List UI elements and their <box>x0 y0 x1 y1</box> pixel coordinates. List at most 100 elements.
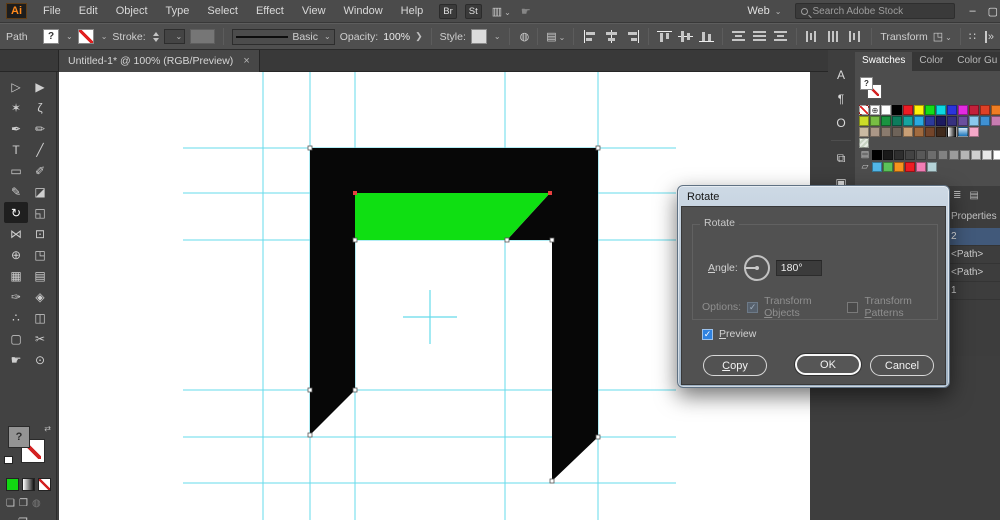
layer-row[interactable]: <Path> <box>945 264 1000 282</box>
swatch-color[interactable] <box>892 127 902 137</box>
opacity-value[interactable]: 100% <box>383 31 410 43</box>
swatch-color[interactable] <box>936 127 946 137</box>
swatch-color[interactable] <box>960 149 970 160</box>
swatch-color[interactable] <box>894 161 904 172</box>
workspace-switcher[interactable]: Web ⌄ <box>747 5 781 17</box>
swatch-color[interactable] <box>892 116 902 126</box>
swatch-color[interactable] <box>905 161 915 172</box>
zoom-tool[interactable]: ⊙ <box>28 349 52 370</box>
none-button[interactable] <box>38 478 51 491</box>
selection-tool[interactable]: ▶ <box>28 76 52 97</box>
draw-behind-mode-icon[interactable]: ❐ <box>19 498 28 509</box>
color-fill-button[interactable] <box>6 478 19 491</box>
brush-definition-combo[interactable]: Basic ⌄ <box>232 28 335 45</box>
swatch-color[interactable] <box>980 105 990 115</box>
anchor-point[interactable] <box>549 478 555 484</box>
opacity-expand-icon[interactable]: ❯ <box>415 31 423 42</box>
swatch-gradient[interactable] <box>947 127 957 137</box>
magic-wand-tool[interactable]: ✶ <box>4 97 28 118</box>
pencil-tool[interactable]: ✎ <box>4 181 28 202</box>
line-segment-tool[interactable]: ╱ <box>28 139 52 160</box>
swatch-color[interactable] <box>958 105 968 115</box>
dist-h-center-icon[interactable] <box>826 30 841 43</box>
swatch-pattern[interactable] <box>859 138 869 148</box>
document-setup-icon[interactable]: ▤ ⌄ <box>546 30 565 43</box>
swatch-color[interactable] <box>916 149 926 160</box>
perspective-grid-tool[interactable]: ◳ <box>28 244 52 265</box>
fill-proxy[interactable]: ? <box>8 426 30 448</box>
swatch-color[interactable] <box>905 149 915 160</box>
swatch-color[interactable] <box>949 149 959 160</box>
symbol-sprayer-tool[interactable]: ∴ <box>4 307 28 328</box>
eraser-tool[interactable]: ◪ <box>28 181 52 202</box>
bridge-button[interactable]: Br <box>439 3 457 19</box>
angle-input[interactable] <box>775 260 822 276</box>
swatch-color[interactable] <box>881 105 891 115</box>
swatch-color[interactable] <box>914 127 924 137</box>
swatch-color[interactable] <box>947 116 957 126</box>
dist-v-center-icon[interactable] <box>752 30 767 43</box>
swatch-color[interactable] <box>938 149 948 160</box>
rotate-tool[interactable]: ↻ <box>4 202 28 223</box>
swatch-color[interactable] <box>969 105 979 115</box>
swatch-none[interactable] <box>859 105 869 115</box>
shape-builder-tool[interactable]: ⊕ <box>4 244 28 265</box>
swatch-color[interactable] <box>872 149 882 160</box>
menu-type[interactable]: Type <box>158 3 198 19</box>
layer-row[interactable]: 2 <box>945 228 1000 246</box>
slice-tool[interactable]: ✂ <box>28 328 52 349</box>
swatch-color[interactable] <box>971 149 981 160</box>
mesh-tool[interactable]: ▦ <box>4 265 28 286</box>
menu-file[interactable]: File <box>35 3 69 19</box>
swatch-color[interactable] <box>903 105 913 115</box>
layer-row[interactable]: 1 <box>945 282 1000 300</box>
document-tab[interactable]: Untitled-1* @ 100% (RGB/Preview) × <box>58 50 260 72</box>
align-left-icon[interactable] <box>583 30 598 43</box>
swatch-color[interactable] <box>993 149 1000 160</box>
shape-black-path[interactable] <box>310 148 598 193</box>
recolor-artwork-icon[interactable]: ◍ <box>520 30 530 43</box>
dist-bottom-icon[interactable] <box>773 30 788 43</box>
anchor-point-selected[interactable] <box>353 191 357 195</box>
swatch-color[interactable] <box>903 116 913 126</box>
draw-normal-mode-icon[interactable]: ❏ <box>6 498 15 509</box>
align-top-icon[interactable] <box>657 30 673 43</box>
anchor-point[interactable] <box>307 145 313 151</box>
swatch-registration[interactable]: ⊕ <box>870 105 880 115</box>
swatch-color[interactable] <box>883 149 893 160</box>
swatch-color[interactable] <box>969 116 979 126</box>
anchor-point[interactable] <box>352 387 358 393</box>
preview-checkbox[interactable]: ✓ <box>702 328 713 340</box>
anchor-point-selected[interactable] <box>548 191 552 195</box>
menu-view[interactable]: View <box>294 3 334 19</box>
stroke-chevron-icon[interactable]: ⌄ <box>101 32 108 41</box>
blend-tool[interactable]: ◈ <box>28 286 52 307</box>
swatch-color[interactable] <box>925 105 935 115</box>
swatch-color[interactable] <box>925 116 935 126</box>
swatch-color[interactable] <box>925 127 935 137</box>
swatch-group-icon[interactable]: ▤ <box>859 149 871 160</box>
pen-tool[interactable]: ✒ <box>4 118 28 139</box>
swatch-color[interactable] <box>927 161 937 172</box>
anchor-point[interactable] <box>595 434 601 440</box>
swatch-color[interactable] <box>859 116 869 126</box>
gradient-button[interactable] <box>22 478 35 491</box>
swatch-color[interactable] <box>982 149 992 160</box>
swatch-color[interactable] <box>892 105 902 115</box>
hand-tool[interactable]: ☛ <box>4 349 28 370</box>
shape-black-path[interactable] <box>310 193 355 435</box>
touch-workspace-icon[interactable]: ☛ <box>521 5 531 18</box>
anchor-point[interactable] <box>595 145 601 151</box>
swatch-color[interactable] <box>870 116 880 126</box>
width-tool[interactable]: ⋈ <box>4 223 28 244</box>
swatch-color[interactable] <box>958 116 968 126</box>
swatch-color[interactable] <box>916 161 926 172</box>
swatch-color[interactable] <box>883 161 893 172</box>
menu-object[interactable]: Object <box>108 3 156 19</box>
align-right-icon[interactable] <box>625 30 640 43</box>
swatch-color[interactable] <box>859 127 869 137</box>
fill-chevron-icon[interactable]: ⌄ <box>66 32 73 41</box>
swatch-color[interactable] <box>914 105 924 115</box>
swatch-color[interactable] <box>936 116 946 126</box>
swatch-color[interactable] <box>872 161 882 172</box>
